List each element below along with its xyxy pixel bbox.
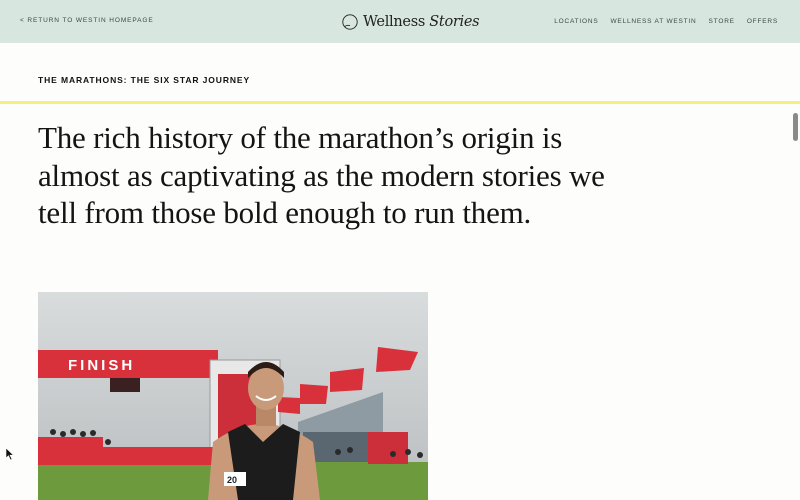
finish-banner-text: FINISH [68,357,135,374]
nav-item-locations[interactable]: LOCATIONS [554,18,598,25]
scrollbar-thumb[interactable] [793,113,798,141]
logo-text: Wellness Stories [363,14,480,30]
logo-circle-icon [342,14,358,30]
section-label: THE MARATHONS: THE SIX STAR JOURNEY [38,75,251,85]
site-header: < RETURN TO WESTIN HOMEPAGE Wellness Sto… [0,0,800,43]
return-to-homepage-link[interactable]: < RETURN TO WESTIN HOMEPAGE [20,17,154,24]
bib-number: 20 [227,475,237,485]
site-logo[interactable]: Wellness Stories [341,11,480,33]
accent-divider [0,101,800,104]
article-headline: The rich history of the marathon’s origi… [38,120,605,230]
nav-item-offers[interactable]: OFFERS [747,18,778,25]
nav-item-wellness-at-westin[interactable]: WELLNESS AT WESTIN [611,18,697,25]
marathon-finish-photo: FINISH 20 [38,292,428,500]
nav-item-store[interactable]: STORE [709,18,735,25]
main-nav: LOCATIONS WELLNESS AT WESTIN STORE OFFER… [554,18,778,25]
mouse-pointer-icon [5,447,15,461]
